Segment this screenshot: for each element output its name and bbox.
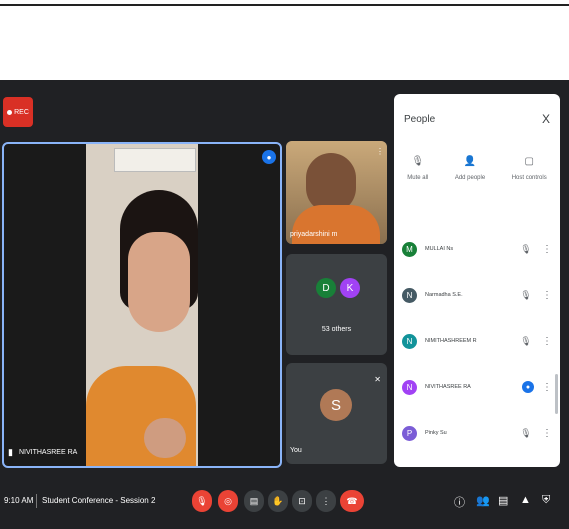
participant-tile-self[interactable]: ✕ S You bbox=[286, 363, 387, 464]
participant-tile-1[interactable]: ⋮ priyadarshini m bbox=[286, 141, 387, 244]
participant-tile-others[interactable]: D K 53 others bbox=[286, 254, 387, 355]
participant-name: Pinky Su bbox=[425, 430, 447, 436]
add-person-icon: 👤 bbox=[463, 156, 477, 167]
participant-row[interactable]: P Pinky Su 🎙 ⋮ bbox=[402, 410, 554, 456]
close-icon[interactable]: X bbox=[542, 112, 550, 126]
more-options-icon[interactable]: ⋮ bbox=[540, 336, 554, 347]
self-avatar: S bbox=[320, 389, 352, 421]
activities-icon[interactable]: ▲ bbox=[520, 494, 531, 506]
more-options-button[interactable]: ⋮ bbox=[316, 490, 336, 512]
panel-scrollbar[interactable] bbox=[555, 374, 558, 414]
avatar: N bbox=[402, 333, 417, 349]
chat-icon[interactable]: ▤ bbox=[498, 494, 508, 507]
self-label: You bbox=[290, 447, 302, 454]
participant-row[interactable]: N NIMITHASHREEM R 🎙 ⋮ bbox=[402, 318, 554, 364]
more-options-icon[interactable]: ⋮ bbox=[540, 382, 554, 393]
mute-all-label: Mute all bbox=[407, 175, 429, 181]
avatar: M bbox=[402, 241, 417, 257]
tile1-person-head bbox=[306, 153, 356, 213]
host-controls-icon: ▢ bbox=[524, 156, 534, 167]
video-wall-frame bbox=[114, 148, 196, 172]
video-person-hand bbox=[144, 418, 186, 458]
hang-up-icon: ☎ bbox=[346, 495, 358, 506]
avatar: K bbox=[340, 278, 360, 298]
top-rule bbox=[0, 4, 569, 6]
others-count: 53 others bbox=[321, 326, 352, 333]
more-options-icon[interactable]: ⋮ bbox=[540, 244, 554, 255]
mic-off-icon[interactable]: 🎙 bbox=[518, 244, 534, 255]
end-call-button[interactable]: ☎ bbox=[340, 490, 364, 512]
add-people-button[interactable]: 👤 Add people bbox=[455, 156, 485, 181]
camera-toggle-button[interactable]: ◎ bbox=[218, 490, 238, 512]
participant-name: Narmadha S.E. bbox=[425, 292, 463, 298]
mic-off-icon[interactable]: 🎙 bbox=[518, 428, 534, 439]
mute-all-button[interactable]: 🎙 Mute all bbox=[407, 156, 428, 181]
captions-icon: ▤ bbox=[249, 495, 259, 506]
people-icon[interactable]: 👥 bbox=[476, 494, 490, 507]
recording-label: REC bbox=[14, 108, 29, 116]
participant-row[interactable]: N Narmadha S.E. 🎙 ⋮ bbox=[402, 272, 554, 318]
participant-row[interactable]: M MULLAI Ns 🎙 ⋮ bbox=[402, 226, 554, 272]
people-panel-title: People bbox=[404, 114, 436, 125]
mic-off-icon[interactable]: 🎙 bbox=[518, 290, 534, 301]
others-avatars: D K bbox=[316, 278, 360, 298]
participant-name: NIMITHASHREEM R bbox=[425, 338, 477, 344]
host-controls-button[interactable]: ▢ Host controls bbox=[512, 156, 547, 181]
avatar: P bbox=[402, 425, 417, 441]
main-tile-name-row: ▮ NIVITHASREE RA bbox=[8, 447, 77, 458]
main-video-tile[interactable]: ● ▮ NIVITHASREE RA bbox=[2, 142, 282, 468]
meeting-title: Student Conference - Session 2 bbox=[42, 496, 156, 505]
mic-toggle-button[interactable]: 🎙 bbox=[192, 490, 212, 512]
more-options-icon[interactable]: ⋮ bbox=[540, 428, 554, 439]
captions-button[interactable]: ▤ bbox=[244, 490, 264, 512]
bottom-bar: 9:10 AM Student Conference - Session 2 🎙… bbox=[0, 484, 569, 522]
video-person-face bbox=[128, 232, 190, 332]
people-actions: 🎙 Mute all 👤 Add people ▢ Host controls bbox=[394, 156, 560, 181]
participant-row[interactable]: N NIVITHASREE RA ● ⋮ bbox=[402, 364, 554, 410]
main-tile-name: NIVITHASREE RA bbox=[18, 449, 78, 456]
camera-off-icon: ◎ bbox=[224, 495, 232, 506]
more-options-icon: ⋮ bbox=[321, 495, 331, 506]
tile1-person-body bbox=[292, 205, 380, 244]
speaking-indicator-icon: ● bbox=[262, 150, 276, 164]
avatar: N bbox=[402, 287, 417, 303]
more-options-icon[interactable]: ⋮ bbox=[540, 290, 554, 301]
info-icon[interactable]: ⓘ bbox=[454, 494, 465, 510]
host-controls-icon[interactable]: ⛨ bbox=[542, 494, 550, 507]
raise-hand-button[interactable]: ✋ bbox=[268, 490, 288, 512]
more-options-icon[interactable]: ⋮ bbox=[376, 147, 384, 156]
present-button[interactable]: ⊡ bbox=[292, 490, 312, 512]
present-icon: ⊡ bbox=[298, 495, 306, 506]
participant-list: M MULLAI Ns 🎙 ⋮ N Narmadha S.E. 🎙 ⋮ N NI… bbox=[402, 226, 554, 456]
pin-icon[interactable]: ▮ bbox=[8, 447, 13, 458]
participant-name: NIVITHASREE RA bbox=[425, 384, 471, 390]
recording-badge: REC bbox=[3, 97, 33, 127]
record-dot-icon bbox=[7, 109, 13, 115]
divider bbox=[36, 494, 37, 508]
mic-off-icon: 🎙 bbox=[411, 156, 425, 167]
mic-off-icon: ✕ bbox=[374, 375, 381, 384]
host-controls-label: Host controls bbox=[511, 175, 547, 181]
avatar: N bbox=[402, 379, 417, 395]
clock: 9:10 AM bbox=[4, 496, 34, 505]
hand-icon: ✋ bbox=[272, 495, 284, 506]
participant-name: MULLAI Ns bbox=[425, 246, 454, 252]
mic-off-icon[interactable]: 🎙 bbox=[518, 336, 534, 347]
people-panel: People X 🎙 Mute all 👤 Add people ▢ Host … bbox=[394, 94, 560, 467]
mic-off-icon: 🎙 bbox=[196, 495, 208, 506]
avatar: D bbox=[316, 278, 336, 298]
tile1-name: priyadarshini m bbox=[290, 231, 338, 238]
speaking-indicator-icon[interactable]: ● bbox=[522, 381, 534, 393]
add-people-label: Add people bbox=[454, 175, 486, 181]
